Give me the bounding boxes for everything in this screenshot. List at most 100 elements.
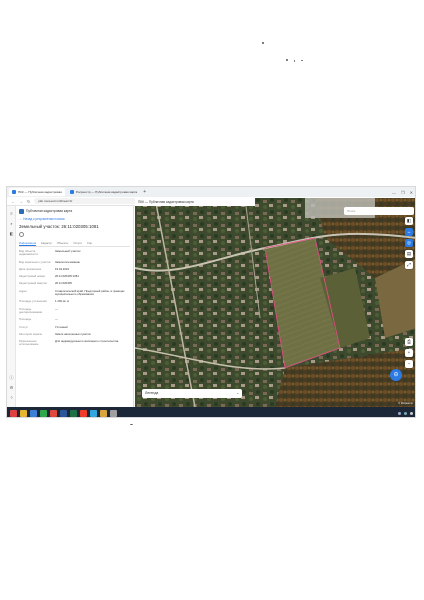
browser-tab-label: Росреестр — Публичная кадастровая карта	[75, 190, 138, 194]
scan-speck	[286, 59, 288, 61]
info-row: Вид земельного участка Землепользование	[19, 259, 130, 264]
map-fab-button[interactable]: ⊖	[390, 369, 402, 381]
chevron-down-icon: ⌄	[236, 391, 239, 395]
basemap-button[interactable]: ▤	[405, 250, 413, 258]
info-row: Вид объекта недвижимости Земельный участо…	[19, 249, 130, 257]
window-controls: — ❐ ✕	[392, 190, 415, 195]
info-row: Площадь декларированная —	[19, 306, 130, 315]
info-row-label: Дата присвоения	[19, 266, 42, 271]
info-row-value: —	[55, 317, 58, 322]
tab-cadastre[interactable]: Кадастр	[41, 241, 52, 246]
info-row-label: Вид земельного участка	[19, 259, 51, 264]
info-row-value: Землепользование	[55, 259, 80, 264]
zoom-out-button[interactable]: −	[405, 360, 413, 368]
new-tab-button[interactable]: +	[143, 189, 146, 195]
chrome-icon[interactable]	[50, 409, 57, 417]
map-search-input[interactable]: Поиск	[344, 207, 414, 215]
settings-icon[interactable]: ⚙	[9, 386, 14, 390]
tab-objects[interactable]: Объекты	[57, 241, 69, 246]
info-row-value: Земельный участок	[55, 249, 81, 253]
explorer-icon[interactable]	[20, 409, 27, 417]
info-row: Кадастровый номер 26:11:020305:1081	[19, 274, 130, 279]
taskbar-icons	[10, 409, 117, 417]
favicon-icon	[69, 190, 74, 194]
pin-icon[interactable]	[19, 232, 24, 237]
info-row-value: Для индивидуального жилищного строительс…	[55, 339, 119, 344]
info-row: Статус Учтенный	[19, 324, 130, 329]
satellite-imagery	[135, 198, 415, 407]
info-row-value: 26:11:020305:1081	[55, 274, 79, 279]
folder-icon[interactable]	[100, 409, 107, 417]
info-row-label: Вид объекта недвижимости	[19, 249, 38, 257]
back-link[interactable]: ← Назад к результатам поиска	[19, 217, 130, 221]
measure-button[interactable]: ↔	[405, 228, 413, 236]
info-row-label: Статус	[19, 324, 28, 329]
edge-icon[interactable]	[90, 409, 97, 417]
info-rows: Вид объекта недвижимости Земельный участо…	[19, 249, 130, 347]
legend-select[interactable]: Легенда ⌄	[142, 389, 242, 398]
browser-icon[interactable]	[40, 409, 47, 417]
tray-icon[interactable]	[410, 411, 413, 415]
screenshot-frame: ПКК — Публичная кадастровая Росреестр — …	[6, 186, 416, 418]
info-row-label: Адрес	[19, 288, 28, 293]
back-icon[interactable]: ←	[11, 199, 15, 204]
panel-tabs: Информация Кадастр Объекты Услуги Спр.	[19, 241, 130, 247]
browser-tab-0[interactable]: ПКК — Публичная кадастровая	[9, 188, 65, 196]
scan-speck	[294, 60, 295, 62]
fullscreen-button[interactable]: ⤢	[405, 261, 413, 269]
browser-tab-label: ПКК — Публичная кадастровая	[18, 190, 62, 194]
info-row-value: 1 200 кв. м	[55, 299, 69, 304]
info-row-value: 26:11:020305	[55, 281, 72, 286]
print-button[interactable]: ⎙	[405, 338, 413, 346]
favicon-icon	[12, 190, 16, 194]
mail-icon[interactable]	[30, 409, 37, 417]
scan-speck	[262, 42, 264, 44]
map-header: ПКК — Публичная кадастровая карта	[135, 198, 255, 206]
info-row-label: Кадастровый квартал	[19, 281, 48, 286]
menu-icon[interactable]: ≡	[9, 212, 14, 216]
tab-reference[interactable]: Спр.	[87, 241, 93, 246]
minimize-button[interactable]: —	[392, 190, 396, 195]
satellite-map[interactable]: ПКК — Публичная кадастровая карта Поиск …	[135, 198, 415, 407]
tray-icon[interactable]	[404, 411, 407, 415]
info-row-value: 19.04.2022	[55, 266, 69, 271]
system-tray	[398, 411, 415, 415]
info-row-value: Учтенный	[55, 324, 68, 329]
search-icon[interactable]: ⌕	[9, 222, 14, 226]
info-row: Разрешенное использование Для индивидуаль…	[19, 340, 130, 347]
info-row-value: —	[55, 306, 58, 311]
zoom-in-button[interactable]: +	[405, 349, 413, 357]
close-window-button[interactable]: ✕	[410, 190, 413, 195]
info-row-value: Земли населенных пунктов	[55, 331, 91, 336]
maximize-button[interactable]: ❐	[401, 190, 405, 195]
app-icon[interactable]	[110, 409, 117, 417]
word-icon[interactable]	[60, 409, 67, 417]
tab-info[interactable]: Информация	[19, 241, 37, 246]
excel-icon[interactable]	[70, 409, 77, 417]
panel-header: Публичная кадастровая карта	[19, 208, 130, 214]
layers-button[interactable]: ◧	[405, 217, 413, 225]
map-attribution: © Росреестр	[398, 402, 413, 405]
tray-icon[interactable]	[398, 411, 401, 415]
locate-button[interactable]: ◎	[405, 239, 413, 247]
brand-label: Публичная кадастровая карта	[26, 209, 73, 213]
reload-icon[interactable]: ↻	[27, 199, 30, 204]
legend-label: Легенда	[145, 391, 159, 395]
info-icon[interactable]: ⓘ	[9, 376, 14, 380]
info-row: Площадь уточненная 1 200 кв. м	[19, 299, 130, 304]
info-row: Дата присвоения 19.04.2022	[19, 266, 130, 271]
info-row-label: Кадастровый номер	[19, 274, 46, 279]
info-row-label: Площадь уточненная	[19, 299, 47, 304]
yandex-icon[interactable]	[80, 409, 87, 417]
layers-icon[interactable]: ◧	[9, 232, 14, 236]
forward-icon[interactable]: →	[19, 199, 23, 204]
browser-tab-bar: ПКК — Публичная кадастровая Росреестр — …	[7, 187, 415, 197]
info-row-label: Категория земель	[19, 331, 43, 336]
info-row: Площадь —	[19, 317, 130, 322]
help-icon[interactable]: ?	[9, 396, 14, 400]
start-button[interactable]	[10, 409, 17, 417]
info-row: Категория земель Земли населенных пунктов	[19, 331, 130, 336]
tab-services[interactable]: Услуги	[73, 241, 82, 246]
browser-tab-1[interactable]: Росреестр — Публичная кадастровая карта	[67, 188, 140, 196]
info-row-label: Площадь декларированная	[19, 306, 43, 314]
